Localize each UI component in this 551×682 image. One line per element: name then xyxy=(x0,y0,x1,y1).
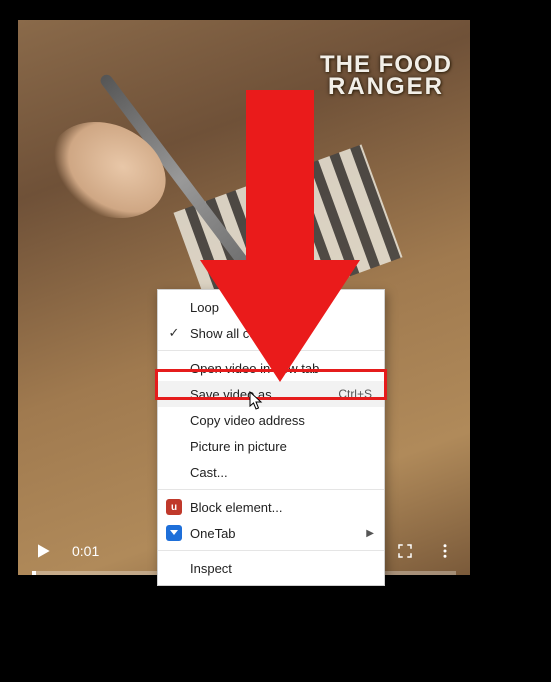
separator xyxy=(158,489,384,490)
ctx-item-label: Block element... xyxy=(190,500,372,515)
separator xyxy=(158,350,384,351)
video-watermark: THE FOOD RANGER xyxy=(320,54,452,97)
ctx-item-open-new-tab[interactable]: Open video in new tab xyxy=(158,355,384,381)
ctx-item-cast[interactable]: Cast... xyxy=(158,459,384,485)
separator xyxy=(158,550,384,551)
progress-bar-fill xyxy=(32,571,36,575)
ctx-item-label: Cast... xyxy=(190,465,372,480)
context-menu: Loop ✓ Show all controls Open video in n… xyxy=(157,289,385,586)
submenu-arrow-icon: ▶ xyxy=(366,528,374,539)
ctx-item-label: Save video as... xyxy=(190,387,338,402)
watermark-line2: RANGER xyxy=(320,76,452,98)
ctx-item-copy-address[interactable]: Copy video address xyxy=(158,407,384,433)
ctx-item-shortcut: Ctrl+S xyxy=(338,387,372,401)
more-options-button[interactable] xyxy=(434,540,456,562)
check-icon: ✓ xyxy=(166,325,182,341)
play-button[interactable] xyxy=(32,540,54,562)
ctx-item-inspect[interactable]: Inspect xyxy=(158,555,384,581)
ctx-item-loop[interactable]: Loop xyxy=(158,294,384,320)
ctx-item-label: Open video in new tab xyxy=(190,361,372,376)
ctx-item-block-element[interactable]: u Block element... xyxy=(158,494,384,520)
video-frame-detail xyxy=(35,104,182,236)
ctx-item-label: Show all controls xyxy=(190,326,372,341)
ublock-icon: u xyxy=(166,499,182,515)
ctx-item-label: OneTab xyxy=(190,526,372,541)
ctx-item-label: Inspect xyxy=(190,561,372,576)
ctx-item-picture-in-picture[interactable]: Picture in picture xyxy=(158,433,384,459)
ctx-item-onetab[interactable]: OneTab ▶ xyxy=(158,520,384,546)
ctx-item-save-video-as[interactable]: Save video as... Ctrl+S xyxy=(158,381,384,407)
ctx-item-label: Picture in picture xyxy=(190,439,372,454)
onetab-icon xyxy=(166,525,182,541)
ctx-item-label: Copy video address xyxy=(190,413,372,428)
ctx-item-show-all-controls[interactable]: ✓ Show all controls xyxy=(158,320,384,346)
current-time: 0:01 xyxy=(72,543,99,559)
fullscreen-button[interactable] xyxy=(394,540,416,562)
ctx-item-label: Loop xyxy=(190,300,372,315)
